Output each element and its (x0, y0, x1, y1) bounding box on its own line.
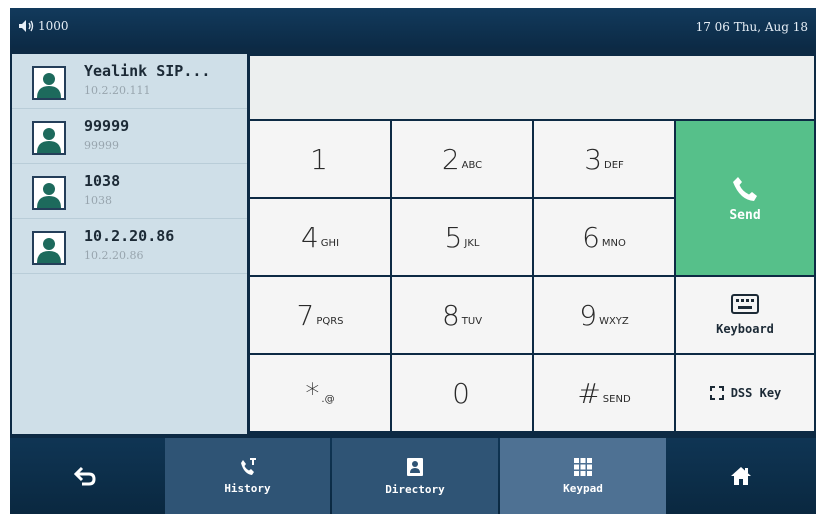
dss-key-icon (709, 386, 724, 400)
key-digit: * (305, 376, 320, 410)
key-digit: 3 (584, 142, 603, 176)
key-6[interactable]: 6 MNO (534, 199, 674, 275)
volume-status: 1000 (18, 19, 69, 33)
contact-avatar-icon (32, 176, 66, 210)
back-arrow-icon (74, 466, 96, 486)
contact-name: Yealink SIP... (84, 62, 211, 80)
back-button[interactable] (10, 438, 160, 514)
history-icon (240, 457, 256, 475)
tab-keypad-label: Keypad (563, 481, 603, 495)
contact-name: 10.2.20.86 (84, 227, 175, 245)
key-digit: 4 (300, 220, 319, 254)
key-5[interactable]: 5 JKL (392, 199, 532, 275)
key-3[interactable]: 3 DEF (534, 121, 674, 197)
key-letters: JKL (464, 237, 480, 249)
keyboard-button[interactable]: Keyboard (676, 277, 814, 353)
contact-avatar-icon (32, 121, 66, 155)
contact-number: 10.2.20.111 (84, 84, 151, 97)
contact-name: 1038 (84, 172, 121, 190)
tab-keypad[interactable]: Keypad (500, 438, 666, 514)
key-digit: 9 (579, 298, 598, 332)
send-label: Send (729, 207, 761, 223)
speaker-icon (19, 20, 34, 32)
key-letters: PQRS (316, 315, 344, 327)
home-button[interactable] (666, 438, 816, 514)
key-letters: MNO (601, 237, 626, 249)
key-digit: 6 (582, 220, 600, 254)
tab-history-label: History (224, 481, 271, 495)
key-9[interactable]: 9 WXYZ (534, 277, 674, 353)
key-letters: WXYZ (599, 315, 629, 327)
keyboard-icon (731, 294, 759, 314)
key-digit: 1 (310, 142, 328, 176)
key-4[interactable]: 4 GHI (250, 199, 390, 275)
line-label: 1000 (38, 19, 69, 33)
dial-input-display[interactable] (250, 56, 814, 119)
phone-screen: 1000 17 06 Thu, Aug 18 Yealink SIP... 10… (10, 8, 816, 514)
key-digit: 0 (452, 376, 470, 410)
key-digit: 8 (441, 298, 460, 332)
bottom-nav: History Directory Keypad (10, 438, 816, 514)
key-8[interactable]: 8 TUV (392, 277, 532, 353)
key-letters: SEND (602, 393, 631, 405)
datetime: 17 06 Thu, Aug 18 (695, 20, 808, 34)
contact-avatar-icon (32, 66, 66, 100)
key-hash[interactable]: # SEND (534, 355, 674, 431)
keypad-grid-icon (574, 457, 592, 476)
key-digit: 5 (444, 220, 463, 254)
contact-list: Yealink SIP... 10.2.20.111 99999 99999 1… (12, 54, 247, 434)
phone-handset-icon (733, 176, 757, 201)
key-7[interactable]: 7 PQRS (250, 277, 390, 353)
keyboard-label: Keyboard (716, 322, 774, 336)
key-digit: # (577, 376, 601, 410)
key-digit: 7 (296, 298, 315, 332)
contact-name: 99999 (84, 117, 130, 135)
contact-number: 99999 (84, 139, 119, 152)
key-0[interactable]: 0 (392, 355, 532, 431)
contact-item[interactable]: 1038 1038 (12, 164, 247, 219)
contact-number: 1038 (84, 194, 112, 207)
contact-item[interactable]: 99999 99999 (12, 109, 247, 164)
directory-icon (407, 457, 423, 476)
status-bar: 1000 17 06 Thu, Aug 18 (10, 8, 816, 48)
key-letters: GHI (320, 237, 340, 249)
send-button[interactable]: Send (676, 121, 814, 275)
home-icon (731, 467, 751, 485)
key-letters: ABC (461, 159, 483, 171)
contact-item[interactable]: Yealink SIP... 10.2.20.111 (12, 54, 247, 109)
contact-number: 10.2.20.86 (84, 249, 144, 262)
key-letters: TUV (461, 315, 483, 327)
key-star[interactable]: * .@ (250, 355, 390, 431)
tab-directory-label: Directory (385, 482, 445, 496)
tab-directory[interactable]: Directory (332, 438, 498, 514)
key-letters: .@ (321, 393, 335, 405)
key-digit: 2 (441, 142, 460, 176)
key-2[interactable]: 2 ABC (392, 121, 532, 197)
key-letters: DEF (604, 159, 624, 171)
tab-history[interactable]: History (165, 438, 330, 514)
contact-item[interactable]: 10.2.20.86 10.2.20.86 (12, 219, 247, 274)
dss-key-button[interactable]: DSS Key (676, 355, 814, 431)
contact-avatar-icon (32, 231, 66, 265)
key-1[interactable]: 1 (250, 121, 390, 197)
dss-key-label: DSS Key (730, 386, 782, 400)
